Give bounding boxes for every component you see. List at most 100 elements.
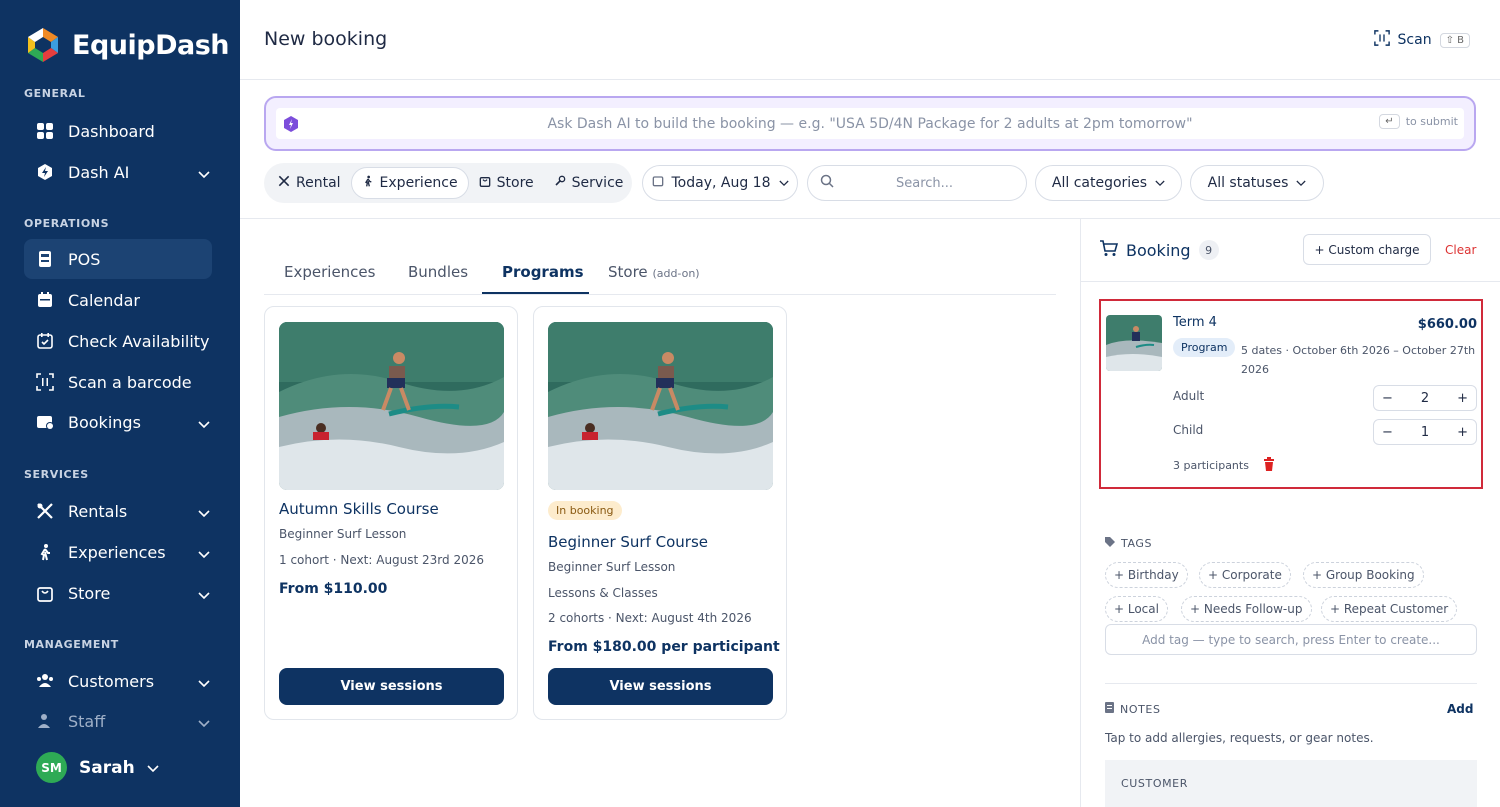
program-card[interactable]: Autumn Skills Course Beginner Surf Lesso… <box>264 306 518 720</box>
trash-icon[interactable] <box>1263 457 1275 474</box>
sidebar-item-rentals[interactable]: Rentals <box>24 491 212 531</box>
user-menu[interactable]: SM Sarah <box>36 752 159 783</box>
adult-quantity: 2 <box>1420 390 1430 406</box>
custom-charge-button[interactable]: + Custom charge <box>1303 234 1431 265</box>
notes-hint[interactable]: Tap to add allergies, requests, or gear … <box>1105 731 1374 745</box>
sidebar-item-label: Experiences <box>68 542 166 562</box>
sidebar-item-pos[interactable]: POS <box>24 239 212 279</box>
chevron-down-icon <box>198 585 210 604</box>
decrement-button[interactable]: − <box>1382 391 1393 406</box>
page-header: New booking Scan ⇧ B <box>240 0 1500 80</box>
tag-chip[interactable]: + Needs Follow-up <box>1181 596 1312 622</box>
staff-icon <box>36 712 54 730</box>
tag-chip[interactable]: + Repeat Customer <box>1321 596 1458 622</box>
category-filter[interactable]: All categories <box>1035 165 1182 201</box>
ai-submit-hint: ↵ to submit <box>1379 114 1458 129</box>
status-filter[interactable]: All statuses <box>1190 165 1324 201</box>
calendar-icon <box>652 175 664 191</box>
section-management: MANAGEMENT <box>24 638 119 651</box>
page-title: New booking <box>264 28 388 50</box>
scan-button[interactable]: Scan ⇧ B <box>1373 30 1470 50</box>
program-chip: Program <box>1173 338 1236 357</box>
view-sessions-button[interactable]: View sessions <box>548 668 773 705</box>
program-image <box>548 322 773 490</box>
rentals-icon <box>36 502 54 520</box>
in-booking-badge: In booking <box>548 501 622 520</box>
search-input[interactable]: Search... <box>807 165 1027 201</box>
sidebar-item-dash-ai[interactable]: Dash AI <box>24 152 212 192</box>
chevron-down-icon <box>778 175 789 191</box>
program-image <box>279 322 504 490</box>
program-card[interactable]: In booking Beginner Surf Course Beginner… <box>533 306 787 720</box>
type-store[interactable]: Store <box>469 167 544 199</box>
tab-store[interactable]: Store (add-on) <box>608 263 700 281</box>
booking-item[interactable]: Term 4 $660.00 Program 5 dates · October… <box>1099 299 1483 489</box>
program-schedule: 2 cohorts · Next: August 4th 2026 <box>548 611 752 625</box>
sidebar-item-check-availability[interactable]: Check Availability <box>24 321 212 361</box>
program-price: From $180.00 per participant <box>548 639 780 655</box>
tag-chip[interactable]: + Local <box>1105 596 1168 622</box>
sidebar-item-label: Rentals <box>68 501 128 521</box>
tag-input[interactable]: Add tag — type to search, press Enter to… <box>1105 624 1477 655</box>
increment-button[interactable]: + <box>1457 391 1468 406</box>
sidebar-item-experiences[interactable]: Experiences <box>24 532 212 572</box>
sidebar-item-label: POS <box>68 249 101 269</box>
sidebar-item-dashboard[interactable]: Dashboard <box>24 111 212 151</box>
calendar-icon <box>36 291 54 309</box>
sidebar-item-store[interactable]: Store <box>24 573 212 613</box>
chevron-down-icon <box>147 758 159 777</box>
chevron-down-icon <box>198 414 210 433</box>
booking-panel: Booking 9 + Custom charge Clear Term 4 $… <box>1080 219 1500 807</box>
user-name: Sarah <box>79 757 135 778</box>
view-sessions-button[interactable]: View sessions <box>279 668 504 705</box>
tab-experiences[interactable]: Experiences <box>284 263 375 281</box>
booking-item-thumbnail <box>1106 315 1162 371</box>
increment-button[interactable]: + <box>1457 425 1468 440</box>
date-picker[interactable]: Today, Aug 18 <box>642 165 798 201</box>
sidebar-item-scan-barcode[interactable]: Scan a barcode <box>24 362 212 402</box>
sidebar-item-label: Staff <box>68 711 106 731</box>
booking-item-price: $660.00 <box>1417 317 1477 332</box>
grid-icon <box>36 122 54 140</box>
barcode-scan-icon <box>1373 30 1390 50</box>
search-icon <box>820 174 834 192</box>
ai-placeholder: Ask Dash AI to build the booking — e.g. … <box>547 115 1193 132</box>
sidebar-item-label: Dashboard <box>68 121 155 141</box>
type-service[interactable]: Service <box>544 167 634 199</box>
decrement-button[interactable]: − <box>1382 425 1393 440</box>
program-title: Beginner Surf Course <box>548 533 708 551</box>
enter-key-icon: ↵ <box>1379 114 1400 129</box>
chevron-down-icon <box>198 164 210 183</box>
add-note-button[interactable]: Add <box>1447 702 1473 716</box>
tab-bundles[interactable]: Bundles <box>408 263 468 281</box>
sidebar-item-label: Customers <box>68 671 155 691</box>
chevron-down-icon <box>198 544 210 563</box>
tag-chip[interactable]: + Group Booking <box>1303 562 1424 588</box>
tag-chip[interactable]: + Corporate <box>1199 562 1291 588</box>
filters-divider <box>240 218 1080 219</box>
tag-chip[interactable]: + Birthday <box>1105 562 1188 588</box>
child-label: Child <box>1173 423 1204 437</box>
customer-section: CUSTOMER <box>1105 760 1477 807</box>
brand-logo[interactable]: EquipDash <box>24 26 230 64</box>
sidebar-item-bookings[interactable]: Bookings <box>24 402 212 442</box>
tab-store-label: Store <box>608 263 648 281</box>
tab-programs[interactable]: Programs <box>502 263 584 281</box>
clear-button[interactable]: Clear <box>1445 243 1476 257</box>
shopping-bag-icon <box>479 175 491 191</box>
sidebar-item-staff[interactable]: Staff <box>24 701 212 741</box>
sidebar-item-calendar[interactable]: Calendar <box>24 280 212 320</box>
type-rental[interactable]: Rental <box>268 167 351 199</box>
booking-title: Booking <box>1126 240 1191 260</box>
tab-store-note: (add-on) <box>652 267 700 280</box>
program-category: Lessons & Classes <box>548 586 658 600</box>
tag-icon <box>1105 537 1115 550</box>
dash-ai-input[interactable]: Ask Dash AI to build the booking — e.g. … <box>276 108 1464 139</box>
booking-item-title: Term 4 <box>1173 315 1217 330</box>
type-rental-label: Rental <box>296 175 341 191</box>
section-operations: OPERATIONS <box>24 217 110 230</box>
type-experience[interactable]: Experience <box>350 167 469 199</box>
barcode-scan-icon <box>36 373 54 391</box>
sidebar-item-customers[interactable]: Customers <box>24 661 212 701</box>
adult-quantity-stepper: − 2 + <box>1373 385 1477 411</box>
